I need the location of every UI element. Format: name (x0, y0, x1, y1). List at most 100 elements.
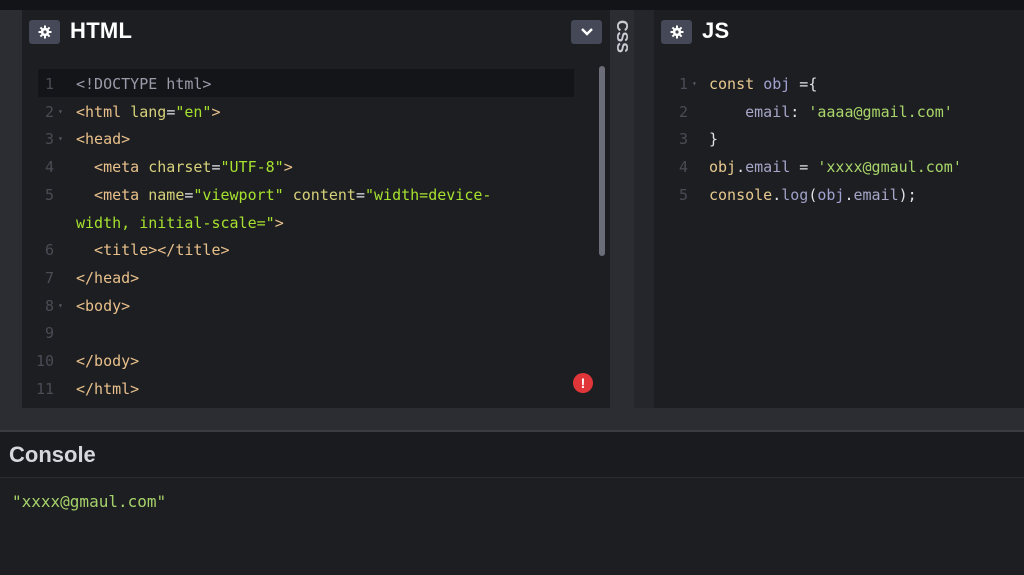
js-settings-button[interactable] (661, 20, 692, 44)
js-code-area[interactable]: 1 ▾ const obj ={ 2 email: 'aaaa@gmail.com' 3… (654, 66, 1024, 408)
css-collapsed-pane[interactable] (610, 10, 634, 408)
code-line: 2 email: 'aaaa@gmail.com' (654, 98, 1024, 126)
code-text: </body> (76, 347, 139, 375)
console-header: Console (0, 432, 1024, 478)
code-line: 9 (22, 319, 610, 347)
code-token: = (355, 185, 365, 204)
line-number: 3 (44, 130, 54, 149)
error-icon[interactable]: ! (573, 373, 593, 393)
code-token: name (148, 185, 185, 204)
code-token: ); (898, 185, 917, 204)
fold-arrow-icon[interactable]: ▾ (58, 98, 63, 126)
code-token: > (211, 102, 221, 121)
code-text: <body> (76, 292, 130, 320)
top-strip (0, 0, 1024, 10)
line-number: 11 (35, 379, 54, 398)
code-text: <title></title> (76, 236, 229, 264)
code-token: ={ (790, 75, 818, 93)
code-token: </body> (76, 352, 140, 370)
code-text: width, initial-scale="> (76, 209, 284, 237)
code-line: width, initial-scale="> (22, 209, 610, 237)
code-text: <head> (76, 125, 130, 153)
code-token: = (211, 158, 221, 177)
code-line: 3} (654, 125, 1024, 153)
html-pane-header: HTML (22, 10, 610, 54)
code-token: 'aaaa@gmail.com' (808, 102, 953, 121)
code-text: obj.email = 'xxxx@gmaul.com' (709, 153, 962, 181)
code-token: "viewport" (193, 185, 284, 204)
code-token: "UTF-8" (220, 158, 284, 177)
line-number: 10 (35, 352, 54, 370)
code-token: console (709, 185, 773, 204)
html-pane-title: HTML (70, 18, 133, 43)
code-token: 'xxxx@gmaul.com' (817, 158, 962, 177)
line-number: 4 (44, 158, 54, 177)
html-code-area[interactable]: 1 <!DOCTYPE html> 2 ▾ <html lang="en"> 3 ▾ <hea… (22, 66, 610, 408)
gear-icon (38, 25, 51, 39)
code-token: <body> (76, 296, 131, 315)
html-editor-pane: HTML 1 <!DOCTYPE html> 2 ▾ <html lang="en"> 3… (22, 10, 610, 408)
code-token: . (844, 185, 854, 204)
code-token: = (790, 158, 818, 177)
code-text: <meta name="viewport" content="width=dev… (76, 181, 491, 209)
code-line: 3 ▾ <head> (22, 125, 610, 153)
chevron-down-icon (580, 28, 593, 36)
code-line: 6 <title></title> (22, 236, 610, 264)
console-output-line: "xxxx@gmaul.com" (12, 492, 167, 511)
code-line: 8 ▾ <body> (22, 292, 610, 320)
code-line: 1 ▾ const obj ={ (654, 70, 1024, 98)
code-line: 2 ▾ <html lang="en"> (22, 98, 610, 126)
css-pane-label[interactable]: CSS (612, 20, 630, 53)
code-token: </head> (76, 268, 140, 287)
fold-arrow-icon[interactable]: ▾ (692, 70, 697, 98)
fold-arrow-icon[interactable]: ▾ (58, 292, 63, 320)
code-token: lang (130, 102, 167, 121)
code-token: charset (148, 158, 212, 177)
code-token: <!DOCTYPE html> (76, 75, 212, 93)
code-line: 10 </body> (22, 347, 610, 375)
line-number: 5 (44, 185, 54, 204)
code-text: </head> (76, 264, 139, 292)
code-token: obj (817, 185, 845, 204)
code-text: email: 'aaaa@gmail.com' (709, 98, 953, 126)
code-token: email (709, 102, 791, 121)
code-token: } (709, 130, 719, 149)
line-number: 6 (44, 241, 54, 260)
line-number: 2 (44, 102, 54, 121)
code-line: 5 <meta name="viewport" content="width=d… (22, 181, 610, 209)
code-token: : (790, 102, 809, 121)
code-text: <!DOCTYPE html> (76, 70, 211, 98)
js-pane-title: JS (702, 18, 730, 43)
code-token: obj (709, 158, 737, 177)
code-token: obj (763, 75, 791, 93)
line-number: 8 (44, 296, 54, 315)
console-title: Console (9, 442, 96, 467)
panel-resize-divider[interactable] (0, 408, 1024, 432)
html-scrollbar[interactable] (599, 66, 605, 256)
code-text: <meta charset="UTF-8"> (76, 153, 293, 181)
code-token: <meta (76, 158, 149, 177)
code-text: </html> (76, 375, 139, 403)
code-token: content (292, 185, 356, 204)
code-token: <html (76, 102, 131, 121)
code-text: <html lang="en"> (76, 98, 221, 126)
gear-icon (670, 25, 683, 39)
console-panel: Console "xxxx@gmaul.com" (0, 432, 1024, 575)
code-token: const (709, 75, 764, 93)
html-options-dropdown[interactable] (571, 20, 602, 44)
code-token: . (772, 185, 782, 204)
line-number: 4 (678, 158, 688, 177)
code-token: email (745, 158, 791, 177)
js-pane-header: JS (654, 10, 1024, 54)
line-number: 1 (44, 75, 54, 93)
line-number: 1 (678, 75, 688, 93)
code-token: width, initial-scale=" (76, 213, 275, 232)
html-settings-button[interactable] (29, 20, 60, 44)
editor-left-edge (0, 10, 22, 408)
code-line: 7 </head> (22, 264, 610, 292)
js-editor-pane: JS 1 ▾ const obj ={ 2 email: 'aaaa@gmail.co… (654, 10, 1024, 408)
code-token: log (781, 185, 809, 204)
line-number: 9 (44, 324, 54, 343)
fold-arrow-icon[interactable]: ▾ (58, 125, 63, 153)
